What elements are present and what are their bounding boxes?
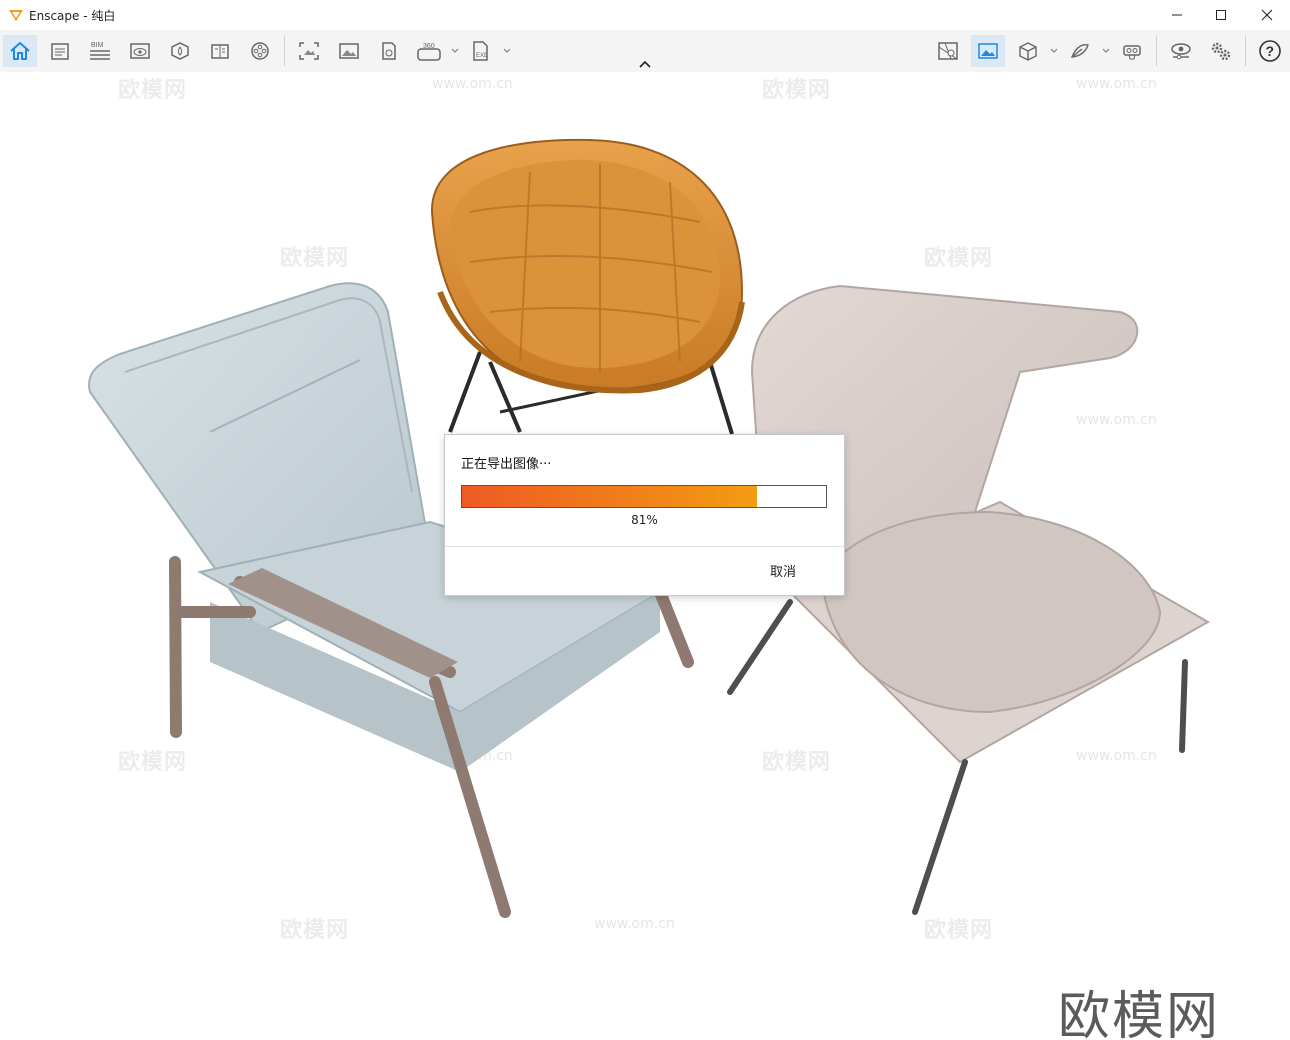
views-button[interactable] [123,35,157,67]
bim-icon: BIM [90,42,110,60]
chevron-down-icon [1102,48,1110,53]
sketch-dropdown[interactable] [1102,42,1112,60]
chevron-down-icon [503,48,511,53]
progress-fill [462,486,757,507]
vr-headset-icon [1123,45,1141,60]
map-icon [938,42,958,60]
settings-button[interactable] [1204,35,1238,67]
close-button[interactable] [1244,0,1290,30]
home-button[interactable] [3,35,37,67]
window-title: Enscape - 纯白 [29,9,116,23]
visibility-button[interactable] [1164,35,1198,67]
minimize-button[interactable] [1154,0,1200,30]
svg-text:EXE: EXE [476,53,488,59]
notes-button[interactable] [43,35,77,67]
video-editor-button[interactable] [243,35,277,67]
minimize-icon [1172,14,1182,16]
dialog-title: 正在导出图像··· [461,457,552,472]
bim-button[interactable]: BIM [83,35,117,67]
chevron-down-icon [1050,48,1058,53]
svg-text:BIM: BIM [91,42,104,49]
asset-library-icon [171,42,189,60]
toolbar-separator [1245,36,1246,66]
beige-chair [727,284,1211,915]
svg-text:?: ? [1266,43,1275,59]
sketch-icon [1070,44,1089,58]
image-view-icon [978,43,998,59]
render-image-button[interactable] [332,35,366,67]
map-button[interactable] [931,35,965,67]
batch-render-button[interactable] [372,35,406,67]
book-icon [211,44,229,59]
help-icon: ? [1259,40,1281,62]
watermark-logo: 欧模网 [1058,987,1221,1040]
exe-export-button[interactable]: EXE [464,35,498,67]
collapse-toolbar-icon[interactable] [638,58,652,70]
progress-percent: 81% [631,513,658,527]
exe-export-icon: EXE [473,41,488,61]
close-icon [1261,9,1273,21]
progress-bar [461,485,827,508]
help-button[interactable]: ? [1253,35,1287,67]
image-view-button[interactable] [971,35,1005,67]
vr-button[interactable] [1115,35,1149,67]
cube-dropdown[interactable] [1050,42,1060,60]
cube-icon [1019,42,1037,61]
batch-render-icon [382,42,396,60]
enscape-logo-icon [9,10,23,21]
visibility-icon [1171,43,1191,60]
image-icon [339,43,359,59]
panorama-dropdown[interactable] [451,42,461,60]
cancel-button[interactable]: 取消 [770,561,796,580]
screenshot-button[interactable] [292,35,326,67]
screenshot-icon [299,42,319,60]
toolbar-separator [1156,36,1157,66]
book-button[interactable] [203,35,237,67]
dialog-divider [445,546,844,547]
home-icon [10,42,30,60]
maximize-button[interactable] [1198,0,1244,30]
chevron-down-icon [451,48,459,53]
settings-icon [1211,42,1231,61]
panorama-360-icon: 360 [417,43,441,61]
export-dropdown[interactable] [503,42,513,60]
export-progress-dialog: 正在导出图像··· 81% 取消 [444,434,845,596]
panorama-button[interactable]: 360 [412,35,446,67]
video-reel-icon [251,42,269,60]
notes-icon [51,43,69,60]
view-eye-icon [130,43,150,59]
maximize-icon [1216,10,1226,20]
cube-button[interactable] [1011,35,1045,67]
asset-library-button[interactable] [163,35,197,67]
title-bar: Enscape - 纯白 [0,0,1290,30]
orange-chair [430,138,745,435]
toolbar-separator [284,36,285,66]
sketch-button[interactable] [1063,35,1097,67]
